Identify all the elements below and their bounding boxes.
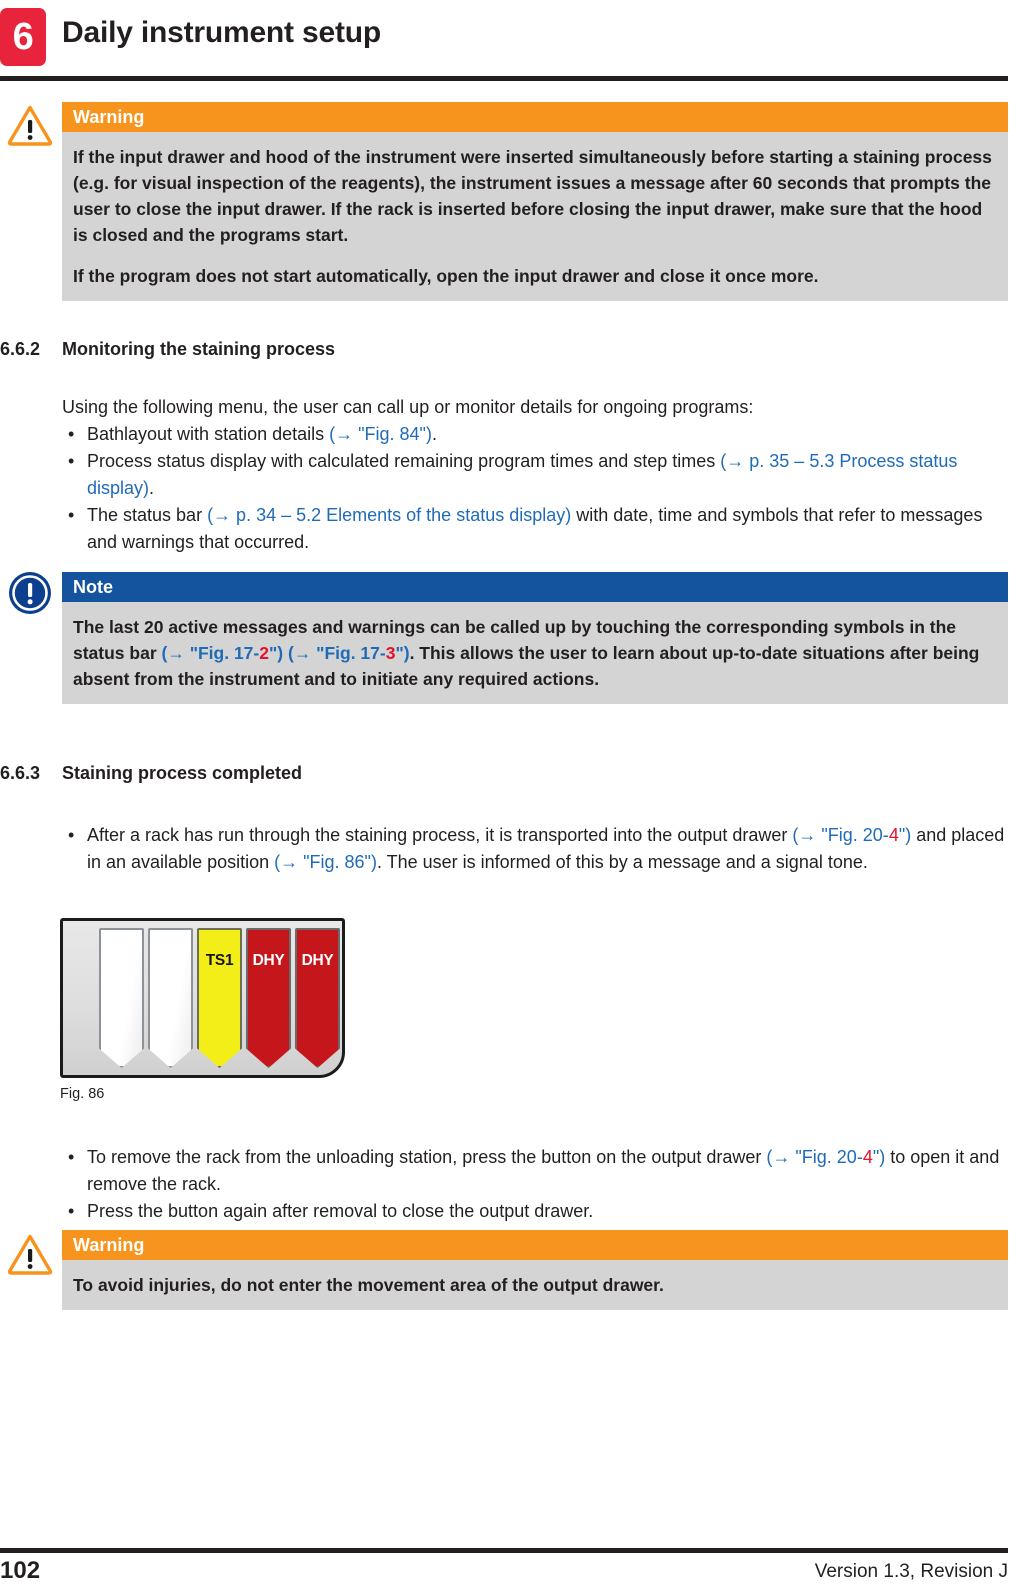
footer-rule: [0, 1548, 1008, 1553]
cross-reference-fig-86[interactable]: (→ "Fig. 86"): [274, 852, 377, 872]
rack-slot-3-ts1: TS1: [197, 928, 242, 1068]
rack-slot-5-dhy: DHY: [295, 928, 340, 1068]
bullet-663-2-pre: To remove the rack from the unloading st…: [87, 1147, 767, 1167]
section-number-6-6-2: 6.6.2: [0, 339, 41, 359]
note-callout-body: The last 20 active messages and warnings…: [62, 602, 1008, 704]
figure-86-caption: Fig. 86: [60, 1086, 105, 1102]
list-item: To remove the rack from the unloading st…: [62, 1144, 1008, 1198]
cross-reference-fig-20-4-b[interactable]: (→ "Fig. 20-4"): [766, 1147, 885, 1167]
warning-bottom-text: To avoid injuries, do not enter the move…: [73, 1275, 664, 1295]
document-version: Version 1.3, Revision J: [814, 1561, 1008, 1582]
xref-1-open: (→ "Fig. 17-: [161, 643, 260, 663]
bullet-663-1-pre: After a rack has run through the stainin…: [87, 825, 793, 845]
bullet-2-text-post: .: [149, 478, 155, 498]
bullet-1-text-post: .: [431, 424, 437, 444]
section-6-6-3-content-upper: After a rack has run through the stainin…: [62, 822, 1008, 876]
cross-reference-fig-17-2[interactable]: (→ "Fig. 17-2"): [162, 643, 284, 663]
bullet-1-text-pre: Bathlayout with station details: [87, 424, 330, 444]
list-item: After a rack has run through the stainin…: [62, 822, 1008, 876]
cross-reference-fig-17-3[interactable]: (→ "Fig. 17-3"): [283, 643, 410, 663]
xref-2-close: "): [395, 643, 410, 663]
xref-number: 4: [888, 825, 899, 845]
section-6-6-2-bullet-list: Bathlayout with station details (→ "Fig.…: [62, 421, 1008, 556]
list-item: Bathlayout with station details (→ "Fig.…: [62, 421, 1008, 448]
xref-open: (→ "Fig. 20-: [766, 1147, 863, 1167]
xref-number: 4: [862, 1147, 873, 1167]
bullet-2-text-pre: Process status display with calculated r…: [87, 451, 721, 471]
rack-slot-5-label: DHY: [302, 952, 334, 1066]
warning-triangle-icon: [7, 104, 53, 146]
cross-reference-p34-status-display-elements[interactable]: (→ p. 34 – 5.2 Elements of the status di…: [207, 505, 571, 525]
page-title: Daily instrument setup: [62, 16, 381, 49]
list-item: Process status display with calculated r…: [62, 448, 1008, 502]
warning-callout-bottom-body: To avoid injuries, do not enter the move…: [62, 1260, 1008, 1310]
xref-open: (→ "Fig. 20-: [792, 825, 889, 845]
section-number-6-6-3: 6.6.3: [0, 763, 41, 783]
bullet-663-3: Press the button again after removal to …: [87, 1201, 594, 1221]
page-header: 6 Daily instrument setup: [0, 8, 1012, 70]
cross-reference-fig-84[interactable]: (→ "Fig. 84"): [329, 424, 432, 444]
rack-slot-3-label: TS1: [206, 952, 234, 1066]
list-item: The status bar (→ p. 34 – 5.2 Elements o…: [62, 502, 1008, 556]
rack-slot-4-label: DHY: [253, 952, 285, 1066]
rack-slot-1-empty: [99, 928, 144, 1068]
bullet-3-text-pre: The status bar: [87, 505, 208, 525]
warning-top-paragraph-2: If the program does not start automatica…: [73, 266, 819, 286]
section-6-6-3-bullet-list-upper: After a rack has run through the stainin…: [62, 822, 1008, 876]
note-paragraph: The last 20 active messages and warnings…: [73, 614, 994, 692]
xref-2-open: (→ "Fig. 17-: [283, 643, 386, 663]
section-6-6-2-intro: Using the following menu, the user can c…: [62, 397, 754, 417]
section-6-6-2-content: Using the following menu, the user can c…: [62, 394, 1008, 556]
xref-1-close: "): [268, 643, 284, 663]
warning-triangle-icon: [7, 1233, 53, 1275]
note-callout-header: Note: [62, 572, 1008, 602]
xref-2-number: 3: [385, 643, 396, 663]
note-info-icon: [7, 570, 53, 616]
warning-callout-top: Warning If the input drawer and hood of …: [62, 102, 1008, 301]
warning-callout-top-header: Warning: [62, 102, 1008, 132]
warning-top-paragraph-1: If the input drawer and hood of the inst…: [73, 147, 992, 245]
header-rule: [0, 76, 1008, 81]
section-6-6-3-bullet-list-lower: To remove the rack from the unloading st…: [62, 1144, 1008, 1225]
document-page: 6 Daily instrument setup Warning If the …: [0, 0, 1012, 1595]
rack-slot-2-empty: [148, 928, 193, 1068]
xref-close: "): [898, 825, 912, 845]
section-6-6-3-content-lower: To remove the rack from the unloading st…: [62, 1144, 1008, 1225]
warning-callout-top-body: If the input drawer and hood of the inst…: [62, 132, 1008, 301]
figure-86-image: TS1 DHY DHY: [60, 918, 345, 1078]
section-title-6-6-2: Monitoring the staining process: [62, 339, 336, 359]
note-callout: Note The last 20 active messages and war…: [62, 572, 1008, 704]
output-drawer-rack: TS1 DHY DHY: [60, 918, 345, 1078]
xref-close: "): [872, 1147, 886, 1167]
warning-callout-bottom: Warning To avoid injuries, do not enter …: [62, 1230, 1008, 1310]
section-title-6-6-3: Staining process completed: [62, 763, 303, 783]
cross-reference-fig-20-4-a[interactable]: (→ "Fig. 20-4"): [792, 825, 911, 845]
bullet-663-1-post: . The user is informed of this by a mess…: [376, 852, 868, 872]
page-number: 102: [0, 1557, 41, 1584]
warning-callout-bottom-header: Warning: [62, 1230, 1008, 1260]
xref-1-number: 2: [259, 643, 269, 663]
list-item: Press the button again after removal to …: [62, 1198, 1008, 1225]
rack-slot-4-dhy: DHY: [246, 928, 291, 1068]
chapter-number-badge: 6: [0, 8, 46, 66]
